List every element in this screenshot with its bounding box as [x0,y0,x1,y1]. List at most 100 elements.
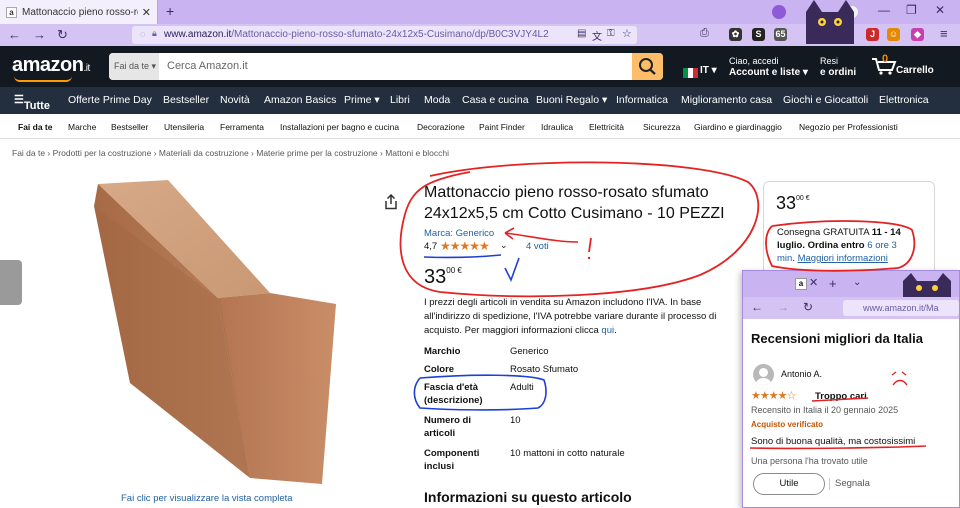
address-bar[interactable]: www.amazon.it/Mattonaccio-pieno-rosso-sf… [132,26,637,44]
helpful-button[interactable]: Utile [753,473,825,495]
nav-item[interactable]: Libri [390,94,410,106]
nav-item[interactable]: Moda [424,94,450,106]
share-icon[interactable] [384,194,398,210]
translate-icon[interactable]: 文 [592,28,602,43]
nav-item[interactable]: Miglioramento casa [681,94,772,106]
delivery-label: Consegna GRATUITA [777,227,872,238]
back-icon[interactable]: ← [751,300,763,314]
review-title[interactable]: Troppo cari [815,391,867,402]
subnav-item[interactable]: Marche [68,122,96,132]
subnav-item[interactable]: Giardino e giardinaggio [694,122,782,132]
key-icon[interactable]: ⚿ [607,28,615,39]
search-input[interactable]: Cerca Amazon.it [167,53,248,80]
url-path: /Mattonaccio-pieno-rosso-sfumato-24x12x5… [231,29,549,40]
subnav-item[interactable]: Negozio per Professionisti [799,122,898,132]
nav-item[interactable]: Giochi e Giocattoli [783,94,868,106]
extension-red-icon[interactable]: J [866,28,879,41]
subnav-item[interactable]: Fai da te [18,122,52,132]
search-button[interactable] [632,53,663,80]
reload-icon[interactable]: ↻ [803,300,813,314]
extension-badge-icon[interactable]: 65 [774,28,787,41]
language-selector[interactable]: IT ▾ [700,65,717,76]
nav-item[interactable]: Offerte Prime Day [68,94,152,106]
reload-icon[interactable]: ↻ [57,27,68,43]
subnav-item[interactable]: Installazioni per bagno e cucina [280,122,399,132]
close-window-icon[interactable]: ✕ [935,3,945,17]
popup-toolbar: ← → ↻ www.amazon.it/Ma [743,297,959,319]
ratings-count-link[interactable]: 4 voti [526,241,549,252]
extension-a-icon[interactable]: ✿ [729,28,742,41]
image-thumbnail-strip[interactable] [0,260,22,305]
new-tab-icon[interactable]: + [829,276,837,291]
subnav-item[interactable]: Sicurezza [643,122,680,132]
nav-item[interactable]: Buoni Regalo ▾ [536,94,607,106]
lock-icon[interactable]: 🔒︎ [152,28,157,39]
product-image[interactable] [60,178,345,488]
returns-orders[interactable]: Resi e ordini [820,56,856,78]
forward-icon[interactable]: → [777,300,789,314]
extension-pink-icon[interactable]: ◆ [911,28,924,41]
nav-item[interactable]: Prime ▾ [344,94,380,106]
theme-cat-icon [903,273,951,297]
category-subnav: Fai da te Marche Bestseller Utensileria … [0,114,960,139]
subnav-item[interactable]: Bestseller [111,122,148,132]
menu-icon[interactable]: ≡ [940,26,948,41]
search-department-select[interactable]: Fai da te ▾ [109,53,159,80]
annotation-underline-rating [423,254,502,259]
account-menu[interactable]: Ciao, accedi Account e liste ▾ [729,56,808,78]
nav-item[interactable]: Elettronica [879,94,929,106]
price-fraction: 00 € [446,266,462,275]
brand-link[interactable]: Marca: Generico [424,228,494,239]
top-reviews-heading: Recensioni migliori da Italia [751,331,923,346]
nav-item[interactable]: Informatica [616,94,668,106]
chevron-down-icon[interactable]: ⌄ [500,240,508,251]
nav-item[interactable]: Bestseller [163,94,209,106]
subnav-item[interactable]: Paint Finder [479,122,525,132]
restore-icon[interactable]: ❐ [906,3,917,17]
subnav-item[interactable]: Ferramenta [220,122,264,132]
subnav-item[interactable]: Decorazione [417,122,465,132]
breadcrumb[interactable]: Fai da te › Prodotti per la costruzione … [12,148,449,158]
annotation-exclamation [588,237,592,253]
popup-tab-bar: a ✕ + ⌄ [743,271,959,297]
extensions-icon[interactable]: ⎙ [700,27,709,40]
bookmark-star-icon[interactable]: ☆ [622,27,632,40]
view-full-image-link[interactable]: Fai clic per visualizzare la vista compl… [121,493,293,504]
popup-address-bar[interactable]: www.amazon.it/Ma [843,300,959,316]
spec-value: 10 mattoni in cotto naturale [510,448,625,459]
subnav-item[interactable]: Utensileria [164,122,204,132]
new-tab-icon[interactable]: + [166,3,174,19]
tab-list-chevron-icon[interactable]: ⌄ [853,277,861,288]
vat-more-link[interactable]: qui [601,325,614,336]
report-link[interactable]: Segnala [835,478,870,489]
reviewer-name[interactable]: Antonio A. [781,369,822,379]
nav-item[interactable]: Novità [220,94,250,106]
close-tab-icon[interactable]: ✕ [809,276,818,289]
about-item-heading: Informazioni su questo articolo [424,489,632,505]
avatar [753,364,774,385]
subnav-item[interactable]: Idraulica [541,122,573,132]
nav-item[interactable]: Amazon Basics [264,94,336,106]
minimize-icon[interactable]: — [878,3,890,17]
subnav-item[interactable]: Elettricità [589,122,624,132]
rating-stars-icon[interactable]: ★★★★★ [440,239,490,253]
reader-view-icon[interactable]: ▤ [577,28,586,39]
forward-icon[interactable]: → [33,27,46,42]
close-tab-icon[interactable]: ✕ [142,6,151,19]
spec-value: Rosato Sfumato [510,364,579,375]
buybox-price-fraction: 00 € [796,195,810,202]
cart-button[interactable]: 0 Carrello [870,53,934,81]
amazon-logo[interactable]: amazon.it [12,54,90,77]
url-domain: www.amazon.it [164,29,232,40]
shield-icon[interactable]: ◌ [140,29,145,39]
theme-cat-icon [806,0,854,44]
extension-s-icon[interactable]: S [752,28,765,41]
all-menu-button[interactable]: ☰ Tutte [14,93,50,112]
italy-flag-icon[interactable] [683,65,698,78]
back-icon[interactable]: ← [8,27,21,42]
more-info-link[interactable]: Maggiori informazioni [798,253,888,264]
extension-orange-icon[interactable]: ☺ [887,28,900,41]
browser-tab-active[interactable]: a Mattonaccio pieno rosso-rosato ✕ [0,0,158,24]
rating-value: 4,7 [424,241,438,252]
nav-item[interactable]: Casa e cucina [462,94,529,106]
